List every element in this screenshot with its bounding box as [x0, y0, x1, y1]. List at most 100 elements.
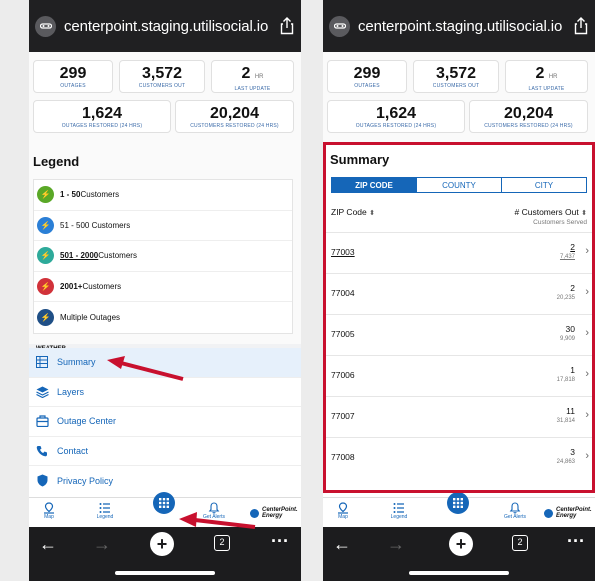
stat-value: 1,624: [81, 105, 123, 122]
customers-served: 17,818: [556, 377, 575, 383]
legend-range: 2001+: [60, 281, 83, 291]
menu-item-contact[interactable]: Contact: [29, 437, 301, 466]
legend-label: Customers: [82, 281, 122, 291]
lightning-icon: ⚡: [37, 186, 54, 204]
grid-icon: [453, 498, 463, 508]
sort-icon: ⬍: [369, 210, 376, 217]
table-row[interactable]: 77005 30 9,909 ›: [323, 314, 595, 355]
bottom-tab-bar: Map Legend Get Alerts CenterPoint. Energy: [323, 492, 595, 527]
table-row[interactable]: 77004 2 20,235 ›: [323, 273, 595, 314]
tab-county[interactable]: COUNTY: [417, 178, 502, 192]
more-icon[interactable]: ···: [567, 532, 585, 550]
customers-out: 3: [570, 447, 575, 457]
column-header-label: # Customers Out: [514, 207, 579, 217]
legend-label: Multiple Outages: [60, 312, 121, 322]
browser-url-bar[interactable]: centerpoint.staging.utilisocial.io: [323, 0, 595, 52]
tab-zip-code[interactable]: ZIP CODE: [332, 178, 417, 192]
main-menu: Summary Layers Outage Center Contact Pri…: [29, 348, 301, 497]
summary-table: 77003 2 7,437 › 77004 2 20,235 › 77005 3…: [323, 232, 595, 478]
legend-panel: Legend ⚡ 1 - 50 Customers ⚡ 51 - 500 Cus…: [29, 144, 301, 344]
stat-label: LAST UPDATE: [528, 86, 565, 92]
stat-label: CUSTOMERS RESTORED (24 HRS): [484, 123, 573, 129]
centerpoint-logo: CenterPoint. Energy: [250, 507, 298, 519]
legend-label: 51 - 500 Customers: [60, 220, 131, 230]
menu-grid-button[interactable]: [153, 492, 175, 514]
forward-icon[interactable]: →: [93, 535, 111, 553]
site-settings-icon[interactable]: [35, 15, 56, 37]
new-tab-icon[interactable]: +: [150, 532, 174, 556]
lightning-icon: ⚡: [37, 308, 54, 326]
menu-item-summary[interactable]: Summary: [29, 348, 301, 378]
more-icon[interactable]: ···: [271, 532, 289, 550]
new-tab-icon[interactable]: +: [449, 532, 473, 556]
table-row[interactable]: 77003 2 7,437 ›: [323, 232, 595, 273]
menu-grid-button[interactable]: [447, 492, 469, 514]
tab-label: Legend: [96, 514, 114, 520]
legend-range: 1 - 50: [60, 190, 81, 200]
share-icon[interactable]: [279, 17, 295, 35]
table-icon: [35, 355, 49, 369]
menu-item-outage-center[interactable]: Outage Center: [29, 407, 301, 437]
tab-get-alerts[interactable]: Get Alerts: [495, 502, 535, 520]
customers-served: 31,814: [556, 418, 575, 424]
column-header-customers-out[interactable]: # Customers Out ⬍: [515, 207, 588, 217]
stat-label: OUTAGES RESTORED (24 HRS): [61, 123, 143, 129]
list-icon: [379, 502, 419, 514]
stat-label: LAST UPDATE: [234, 86, 271, 92]
tab-legend[interactable]: Legend: [379, 502, 419, 520]
bottom-tab-bar: Map Legend Get Alerts CenterPoint. Energy: [29, 492, 301, 527]
tab-label: Get Alerts: [203, 514, 225, 520]
column-header-zip[interactable]: ZIP Code ⬍: [331, 207, 375, 217]
home-indicator: [115, 571, 215, 575]
tabs-button[interactable]: 2: [512, 535, 528, 551]
safari-toolbar: ← → + 2 ···: [29, 527, 301, 581]
url-text[interactable]: centerpoint.staging.utilisocial.io: [358, 18, 573, 35]
zip-code[interactable]: 77003: [331, 247, 355, 257]
back-icon[interactable]: ←: [333, 535, 351, 553]
share-icon[interactable]: [573, 17, 589, 35]
table-row[interactable]: 77008 3 24,863 ›: [323, 437, 595, 478]
tab-legend[interactable]: Legend: [85, 502, 125, 520]
legend-item: ⚡ 1 - 50 Customers: [34, 180, 292, 211]
tab-map[interactable]: Map: [29, 502, 69, 520]
stat-outages-restored: 1,624 OUTAGES RESTORED (24 HRS): [327, 100, 465, 133]
url-text[interactable]: centerpoint.staging.utilisocial.io: [64, 18, 279, 35]
back-icon[interactable]: ←: [39, 535, 57, 553]
table-row[interactable]: 77007 11 31,814 ›: [323, 396, 595, 437]
stat-label: CUSTOMERS OUT: [138, 83, 186, 89]
site-settings-icon[interactable]: [329, 15, 350, 37]
summary-panel: Summary ZIP CODE COUNTY CITY ZIP Code ⬍ …: [323, 144, 595, 497]
legend-list: ⚡ 1 - 50 Customers ⚡ 51 - 500 Customers …: [33, 179, 293, 334]
shield-icon: [35, 474, 49, 488]
customers-served: 24,863: [556, 459, 575, 465]
stat-customers-out: 3,572 CUSTOMERS OUT: [119, 60, 205, 93]
summary-segmented-control: ZIP CODE COUNTY CITY: [331, 177, 587, 193]
column-header-label: ZIP Code: [331, 207, 367, 217]
tab-city[interactable]: CITY: [502, 178, 586, 192]
customers-out: 30: [565, 324, 575, 334]
map-icon: [29, 502, 69, 514]
home-indicator: [409, 571, 509, 575]
legend-title: Legend: [33, 154, 80, 169]
stat-customers-restored: 20,204 CUSTOMERS RESTORED (24 HRS): [469, 100, 588, 133]
stat-unit: HR: [548, 74, 558, 80]
table-row[interactable]: 77006 1 17,818 ›: [323, 355, 595, 396]
stats-panel: 299 OUTAGES 3,572 CUSTOMERS OUT 2 HR LAS…: [323, 52, 595, 144]
brand-line2: Energy: [262, 513, 283, 519]
logo-mark: [544, 508, 553, 518]
tab-map[interactable]: Map: [323, 502, 363, 520]
tabs-button[interactable]: 2: [214, 535, 230, 551]
tab-label: Map: [338, 514, 348, 520]
bell-icon: [194, 502, 234, 514]
forward-icon[interactable]: →: [387, 535, 405, 553]
chevron-right-icon: ›: [585, 327, 589, 339]
legend-item: ⚡ 501 - 2000 Customers: [34, 241, 292, 272]
legend-label: Customers: [80, 190, 120, 200]
browser-url-bar[interactable]: centerpoint.staging.utilisocial.io: [29, 0, 301, 52]
tab-get-alerts[interactable]: Get Alerts: [194, 502, 234, 520]
customers-served: 7,437: [559, 254, 575, 260]
safari-toolbar: ← → + 2 ···: [323, 527, 595, 581]
tab-label: Map: [44, 514, 54, 520]
chevron-right-icon: ›: [585, 286, 589, 298]
menu-item-layers[interactable]: Layers: [29, 378, 301, 407]
